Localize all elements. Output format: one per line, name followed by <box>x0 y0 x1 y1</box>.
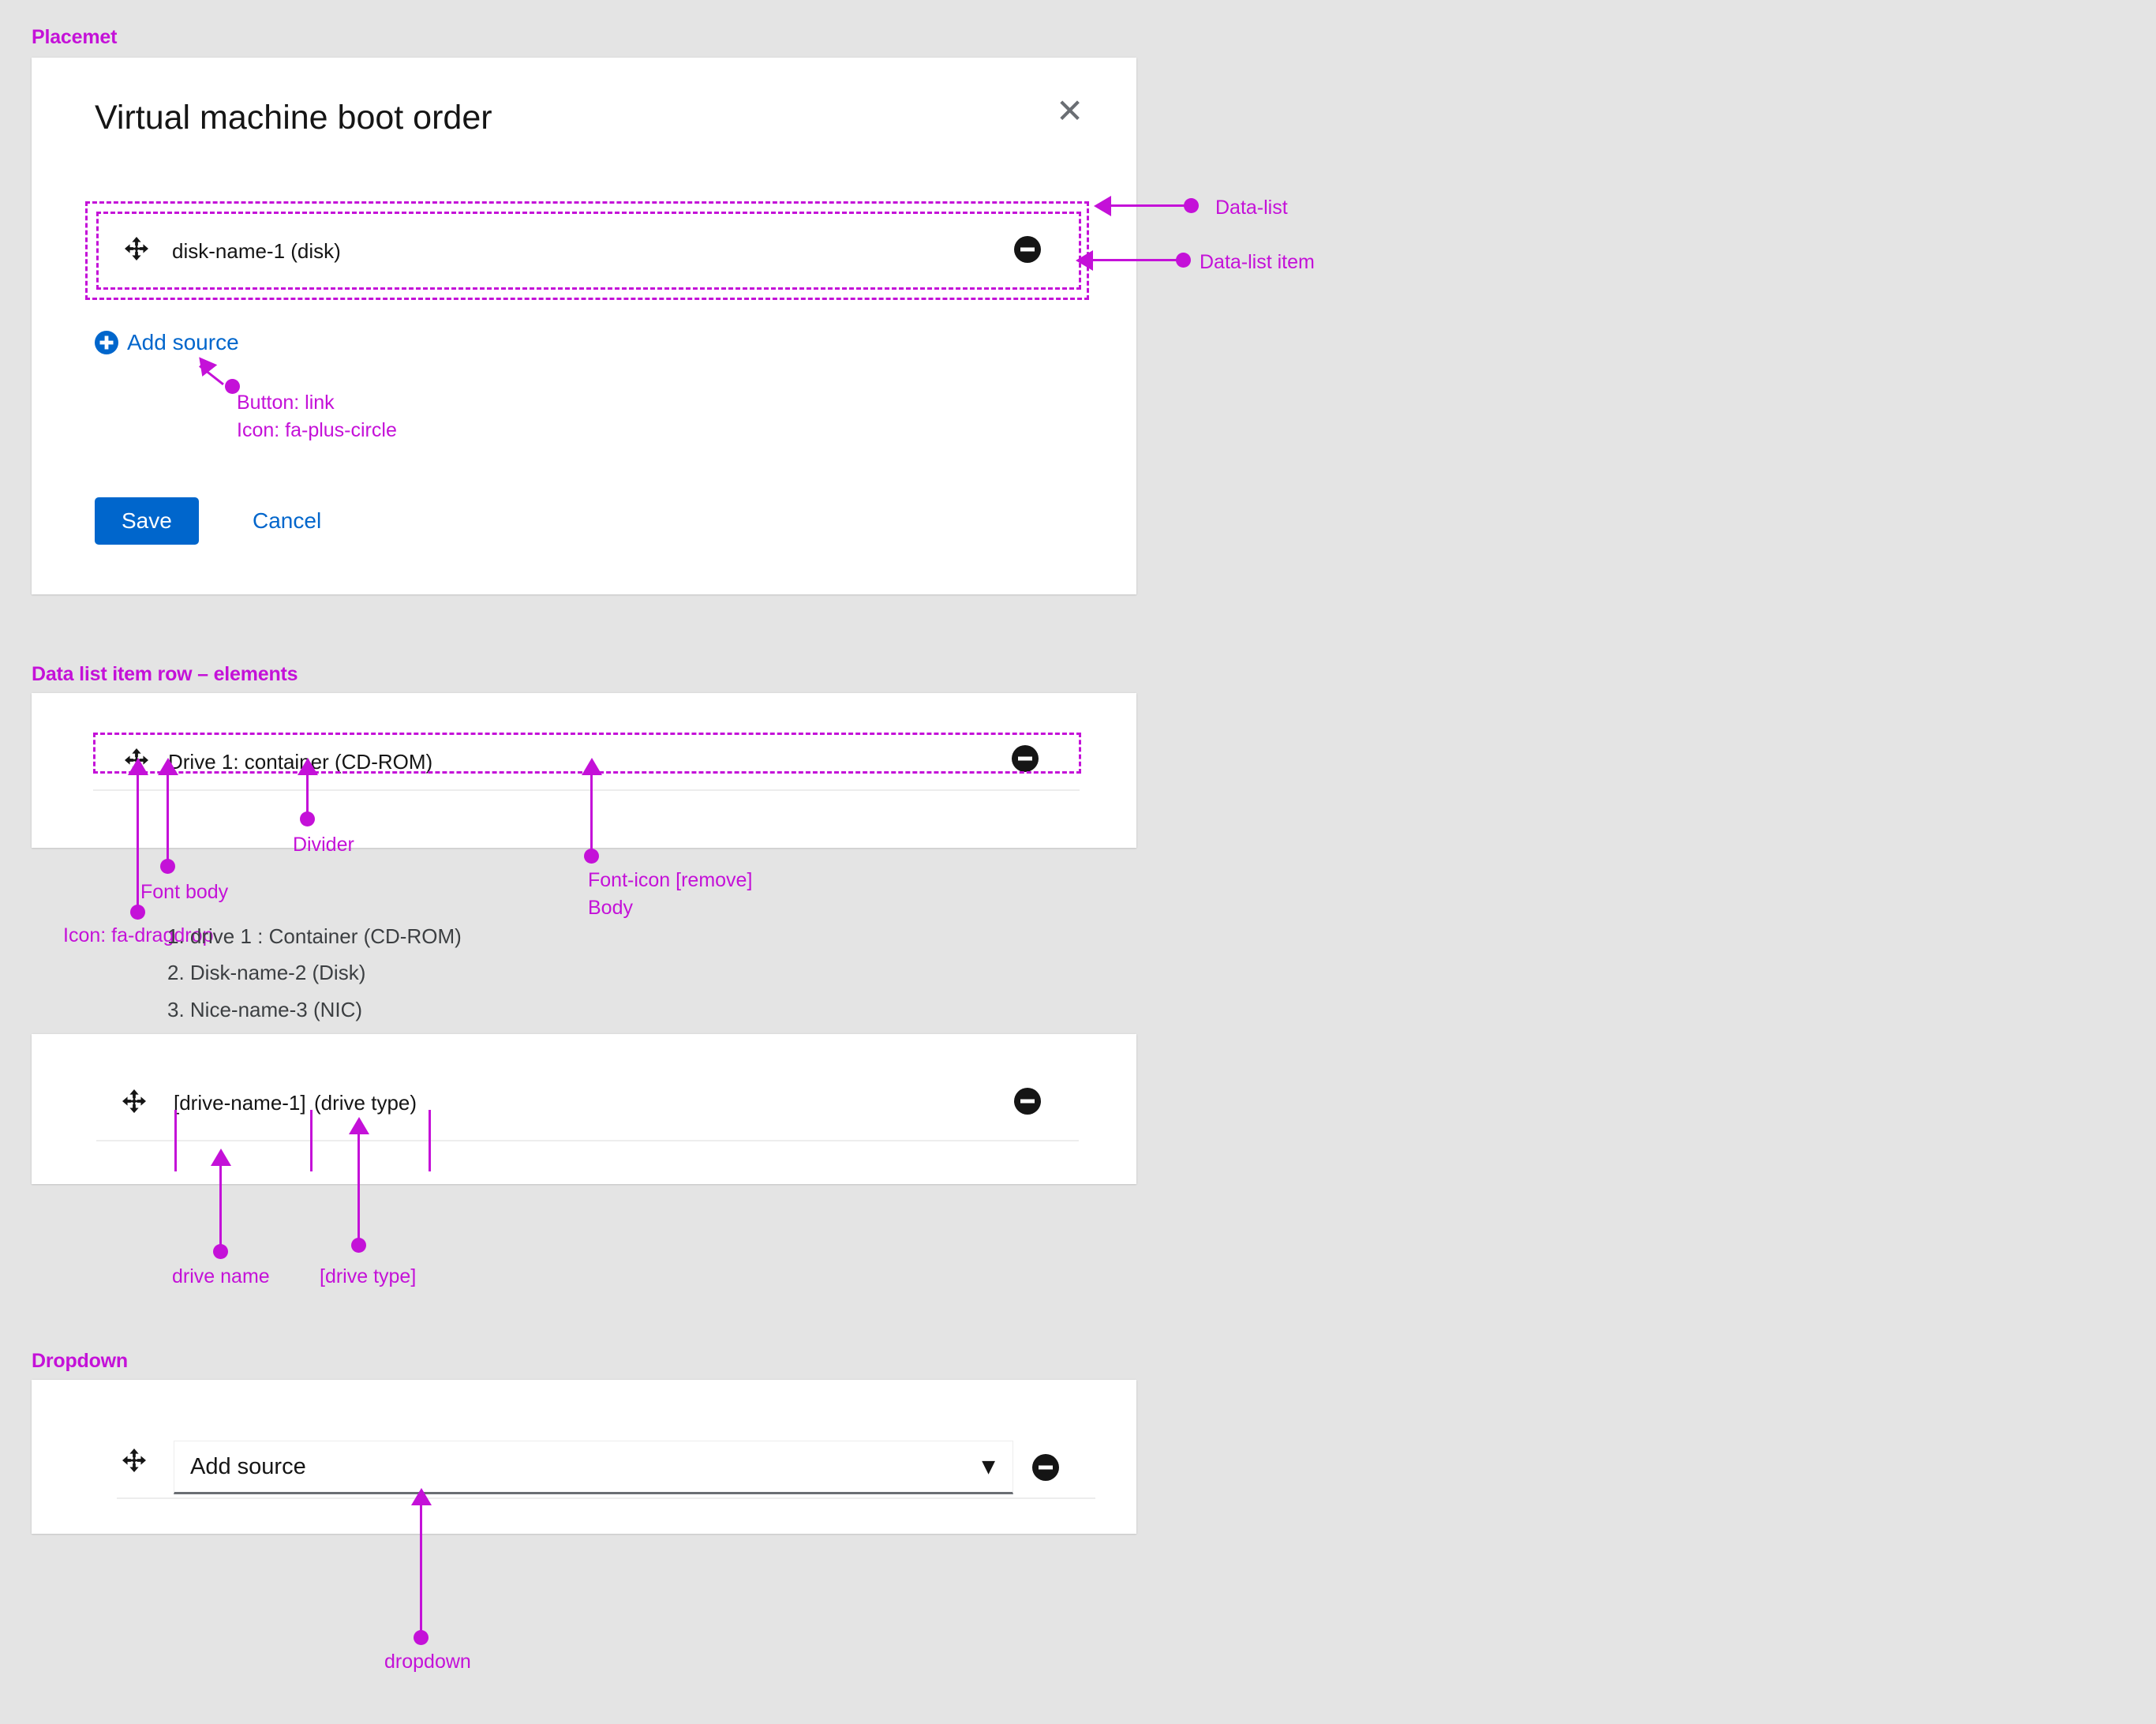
list-item: 2. Disk-name-2 (Disk) <box>167 961 366 985</box>
callout-line-dragdrop <box>137 762 139 909</box>
list-item: 3. Nice-name-3 (NIC) <box>167 997 363 1021</box>
annotation-label-drive-type: [drive type] <box>320 1265 417 1287</box>
callout-arrow-remove <box>582 758 602 775</box>
vertical-guide-type-end <box>429 1110 431 1171</box>
annotation-label-divider: Divider <box>293 834 354 856</box>
chevron-down-icon: ▼ <box>982 1456 995 1477</box>
remove-icon[interactable] <box>1014 1088 1041 1115</box>
callout-arrow-drive-name <box>211 1149 231 1166</box>
vertical-guide-name-start <box>174 1110 177 1171</box>
callout-line-font-body <box>167 762 169 863</box>
select-value: Add source <box>190 1453 306 1479</box>
annotation-label-drive-name: drive name <box>172 1265 270 1287</box>
remove-icon[interactable] <box>1032 1454 1059 1481</box>
add-source-link[interactable]: Add source <box>95 330 239 355</box>
callout-line-data-list <box>1111 204 1190 207</box>
add-source-select[interactable]: Add source ▼ <box>174 1441 1013 1494</box>
annotation-line-icon: Icon: fa-plus-circle <box>237 418 397 441</box>
fa-dragdrop-icon[interactable] <box>125 237 148 260</box>
callout-arrow-data-list-item <box>1076 250 1093 271</box>
fa-dragdrop-icon[interactable] <box>122 1449 146 1472</box>
callout-dot-drive-type <box>351 1238 366 1253</box>
callout-line-dropdown <box>420 1492 422 1634</box>
save-button[interactable]: Save <box>95 497 199 545</box>
callout-dot-drive-name <box>213 1244 228 1259</box>
callout-dot-dropdown <box>414 1630 429 1645</box>
callout-dot-remove <box>584 849 599 864</box>
page-title: Virtual machine boot order <box>95 99 492 137</box>
callout-arrow-dragdrop <box>128 758 148 775</box>
annotation-line-remove-body: Body <box>588 896 633 919</box>
remove-icon[interactable] <box>1012 745 1039 772</box>
spec-sheet: Placemet Virtual machine boot order ✕ di… <box>0 0 2156 1724</box>
annotation-label-dropdown: dropdown <box>384 1651 471 1673</box>
annotation-label-data-list: Data-list <box>1215 197 1288 219</box>
callout-dot-font-body <box>160 859 175 874</box>
callout-dot-divider <box>300 811 315 826</box>
annotation-label-data-list-item: Data-list item <box>1200 251 1315 273</box>
callout-arrow-font-body <box>158 758 178 775</box>
fa-dragdrop-icon[interactable] <box>122 1089 146 1113</box>
callout-arrow-divider <box>298 758 318 775</box>
vertical-guide-name-end <box>310 1110 313 1171</box>
remove-icon[interactable] <box>1014 236 1041 263</box>
section-heading-dropdown: Dropdown <box>32 1350 128 1372</box>
callout-arrow-drive-type <box>349 1117 369 1134</box>
cancel-button[interactable]: Cancel <box>245 497 329 545</box>
section-heading-row-elements: Data list item row – elements <box>32 663 298 685</box>
add-source-label: Add source <box>127 330 239 354</box>
annotation-line-button: Button: link <box>237 392 335 414</box>
callout-line-drive-type <box>357 1121 360 1241</box>
template-drive-type: (drive type) <box>314 1091 417 1115</box>
callout-line-data-list-item <box>1093 259 1189 261</box>
callout-line-remove <box>590 762 593 853</box>
callout-dot-data-list-item <box>1176 253 1191 268</box>
annotation-line-remove-icon: Font-icon [remove] <box>588 869 753 891</box>
divider <box>96 1140 1079 1141</box>
fa-plus-circle-icon <box>95 331 118 354</box>
callout-arrow-dropdown <box>411 1488 432 1505</box>
callout-arrow-data-list <box>1094 196 1111 216</box>
callout-dot-dragdrop <box>130 905 145 920</box>
callout-line-drive-name <box>219 1152 222 1247</box>
divider <box>93 789 1080 791</box>
list-item: 1. drive 1 : Container (CD-ROM) <box>167 924 462 948</box>
close-icon[interactable]: ✕ <box>1056 95 1084 128</box>
divider <box>117 1497 1095 1499</box>
callout-dot-data-list <box>1184 198 1199 213</box>
data-list-item-label: disk-name-1 (disk) <box>172 239 341 263</box>
annotation-label-remove: Font-icon [remove] Body <box>588 867 752 921</box>
template-drive-name: [drive-name-1] <box>174 1091 306 1115</box>
annotation-label-button-link: Button: link Icon: fa-plus-circle <box>237 389 397 444</box>
ordered-list: 1. drive 1 : Container (CD-ROM) 2. Disk-… <box>167 918 462 1028</box>
section-heading-placement: Placemet <box>32 26 118 48</box>
annotation-label-font-body: Font body <box>140 881 229 903</box>
